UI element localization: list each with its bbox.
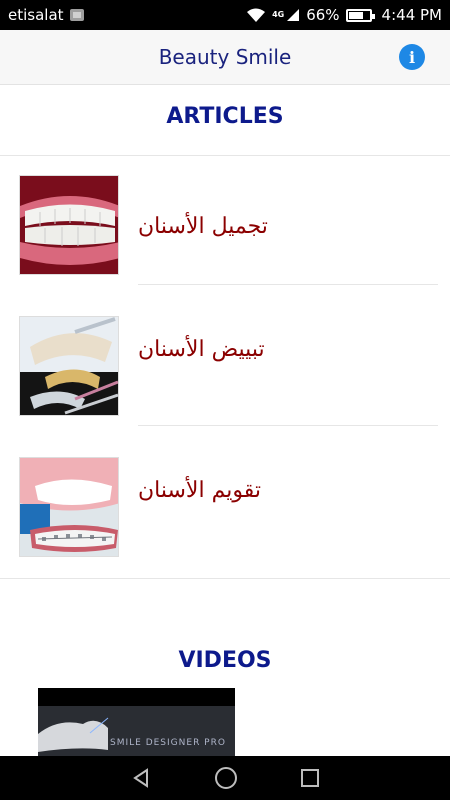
battery-icon bbox=[345, 8, 375, 22]
home-icon[interactable] bbox=[214, 766, 238, 790]
article-thumbnail bbox=[19, 316, 119, 416]
back-icon[interactable] bbox=[130, 767, 152, 789]
articles-heading: ARTICLES bbox=[166, 104, 284, 129]
article-title: تبييض الأسنان bbox=[138, 337, 265, 362]
article-title: تقويم الأسنان bbox=[138, 478, 261, 503]
list-item[interactable]: تقويم الأسنان bbox=[0, 438, 450, 579]
battery-percent: 66% bbox=[306, 6, 340, 24]
system-nav-bar bbox=[0, 756, 450, 800]
video-caption: SMILE DESIGNER PRO bbox=[110, 738, 226, 748]
article-thumbnail bbox=[19, 457, 119, 557]
signal-icon bbox=[287, 9, 300, 21]
article-title: تجميل الأسنان bbox=[138, 214, 268, 239]
divider bbox=[138, 425, 438, 426]
list-item[interactable]: تجميل الأسنان bbox=[0, 156, 450, 297]
articles-list: تجميل الأسنان تبييض الأسنان تقويم الأسنا… bbox=[0, 156, 450, 579]
app-header: Beauty Smile i bbox=[0, 30, 450, 85]
divider bbox=[0, 578, 450, 579]
article-thumbnail bbox=[19, 175, 119, 275]
videos-heading: VIDEOS bbox=[178, 648, 272, 673]
clock: 4:44 PM bbox=[381, 6, 442, 24]
info-icon[interactable]: i bbox=[399, 44, 425, 70]
network-type: 4G bbox=[272, 10, 285, 19]
carrier-name: etisalat bbox=[8, 6, 64, 24]
image-notification-icon bbox=[69, 9, 84, 21]
list-item[interactable]: تبييض الأسنان bbox=[0, 297, 450, 438]
status-bar: etisalat 4G 66% 4:44 PM bbox=[0, 0, 450, 30]
divider bbox=[138, 284, 438, 285]
app-title: Beauty Smile bbox=[158, 45, 292, 69]
wifi-icon bbox=[247, 8, 266, 22]
video-thumbnail[interactable]: SMILE DESIGNER PRO bbox=[38, 688, 235, 756]
recents-icon[interactable] bbox=[300, 768, 320, 788]
